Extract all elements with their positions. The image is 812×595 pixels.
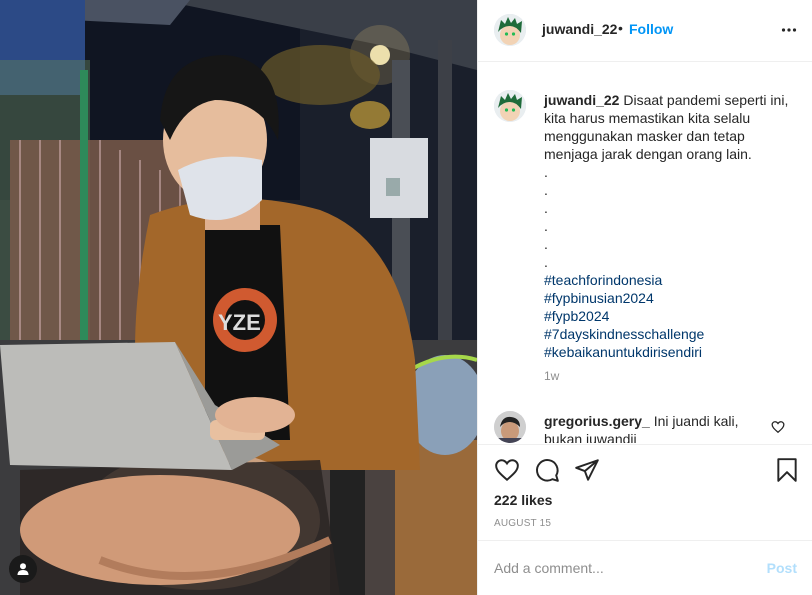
- photo-illustration: YZE: [0, 0, 477, 595]
- hashtag-link[interactable]: #kebaikanuntukdirisendiri: [544, 343, 799, 361]
- hashtag-link[interactable]: #fypbinusian2024: [544, 289, 799, 307]
- share-icon[interactable]: [574, 457, 600, 483]
- author-avatar[interactable]: [494, 14, 526, 46]
- caption-username[interactable]: juwandi_22: [544, 92, 619, 108]
- caption-author-avatar[interactable]: [494, 90, 526, 122]
- caption-dot: .: [544, 164, 548, 180]
- header-separator: •: [618, 20, 623, 36]
- post-header: juwandi_22 • Follow: [478, 0, 812, 62]
- caption-dot: .: [544, 182, 548, 198]
- caption-dot: .: [544, 236, 548, 252]
- comment-icon[interactable]: [534, 457, 560, 483]
- hashtag-link[interactable]: #teachforindonesia: [544, 271, 799, 289]
- comment-item: gregorius.gery_ Ini juandi kali, bukan j…: [544, 412, 769, 443]
- comment-username[interactable]: gregorius.gery_: [544, 413, 650, 429]
- heart-icon[interactable]: [494, 457, 520, 483]
- bookmark-icon[interactable]: [774, 457, 800, 483]
- post-date[interactable]: AUGUST 15: [494, 518, 551, 529]
- author-username[interactable]: juwandi_22: [542, 21, 617, 37]
- caption-timestamp[interactable]: 1w: [544, 369, 799, 383]
- comment-like-heart-icon[interactable]: [771, 420, 785, 434]
- post-photo[interactable]: YZE: [0, 0, 477, 595]
- hashtag-link[interactable]: #fypb2024: [544, 307, 799, 325]
- comment-input[interactable]: [494, 558, 744, 578]
- add-comment-bar: Post: [478, 540, 812, 595]
- likes-count[interactable]: 222 likes: [494, 492, 552, 508]
- green-haired-avatar-icon: [494, 14, 526, 46]
- commenter-avatar[interactable]: [494, 411, 526, 443]
- user-photo-avatar-icon: [494, 411, 526, 443]
- more-options-icon[interactable]: [781, 22, 797, 38]
- follow-button[interactable]: Follow: [629, 21, 673, 37]
- post-sidebar: juwandi_22 • Follow juwandi_22 Disaat pa…: [477, 0, 812, 595]
- post-actions: 222 likes AUGUST 15: [478, 444, 812, 540]
- comments-list[interactable]: juwandi_22 Disaat pandemi seperti ini, k…: [478, 63, 812, 443]
- post-caption: juwandi_22 Disaat pandemi seperti ini, k…: [544, 91, 799, 383]
- post-comment-button[interactable]: Post: [767, 560, 797, 576]
- tagged-user-button[interactable]: [9, 555, 37, 583]
- caption-dot: .: [544, 218, 548, 234]
- hashtag-link[interactable]: #7dayskindnesschallenge: [544, 325, 799, 343]
- green-haired-avatar-icon: [494, 90, 526, 122]
- caption-dot: .: [544, 254, 548, 270]
- svg-text:YZE: YZE: [218, 310, 261, 335]
- caption-dot: .: [544, 200, 548, 216]
- user-icon: [17, 563, 29, 575]
